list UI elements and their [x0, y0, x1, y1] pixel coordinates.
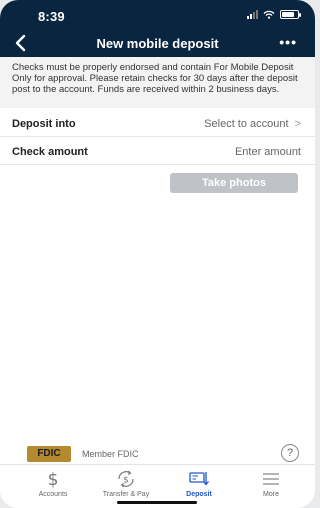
- tab-deposit-label: Deposit: [186, 491, 212, 498]
- check-amount-row[interactable]: Check amount Enter amount: [0, 138, 315, 165]
- status-icons: [247, 10, 301, 19]
- page-title: New mobile deposit: [96, 36, 219, 51]
- transfer-dollar-icon: $: [118, 470, 134, 488]
- fdic-logo: FDIC: [27, 446, 71, 462]
- tab-accounts-label: Accounts: [38, 491, 68, 498]
- battery-icon: [280, 10, 301, 19]
- fdic-bar: FDIC Member FDIC ?: [0, 444, 315, 464]
- home-indicator: [117, 501, 197, 504]
- svg-text:$: $: [123, 476, 129, 486]
- tab-more-label: More: [263, 491, 279, 498]
- deposit-into-label: Deposit into: [12, 118, 76, 130]
- deposit-into-value: Select to account >: [204, 118, 301, 130]
- hamburger-icon: [263, 473, 279, 485]
- more-options-icon[interactable]: •••: [279, 34, 297, 50]
- deposit-check-icon: [189, 472, 209, 486]
- status-time: 8:39: [38, 9, 65, 24]
- help-icon[interactable]: ?: [281, 444, 299, 462]
- wifi-icon: [263, 10, 275, 19]
- chevron-right-icon: >: [294, 118, 301, 130]
- member-fdic-text: Member FDIC: [82, 449, 139, 459]
- select-account-text: Select to account: [204, 118, 289, 130]
- deposit-info-text: Checks must be properly endorsed and con…: [0, 57, 315, 108]
- svg-text:$: $: [48, 470, 59, 488]
- tab-deposit[interactable]: Deposit: [164, 469, 234, 498]
- signal-icon: [247, 10, 258, 19]
- take-photos-button[interactable]: Take photos: [170, 173, 298, 193]
- nav-bar: New mobile deposit •••: [0, 30, 315, 57]
- check-amount-label: Check amount: [12, 146, 88, 158]
- tab-transfer-pay[interactable]: $ Transfer & Pay: [91, 469, 161, 498]
- tab-more[interactable]: More: [236, 469, 306, 498]
- deposit-into-row[interactable]: Deposit into Select to account >: [0, 110, 315, 137]
- status-bar: 8:39: [0, 0, 315, 30]
- dollar-icon: $: [48, 470, 59, 488]
- tab-accounts[interactable]: $ Accounts: [18, 469, 88, 498]
- phone-screen: 8:39 New mobile deposit ••• Checks must …: [0, 0, 315, 508]
- tab-transfer-pay-label: Transfer & Pay: [102, 491, 150, 498]
- check-amount-input[interactable]: Enter amount: [235, 146, 301, 158]
